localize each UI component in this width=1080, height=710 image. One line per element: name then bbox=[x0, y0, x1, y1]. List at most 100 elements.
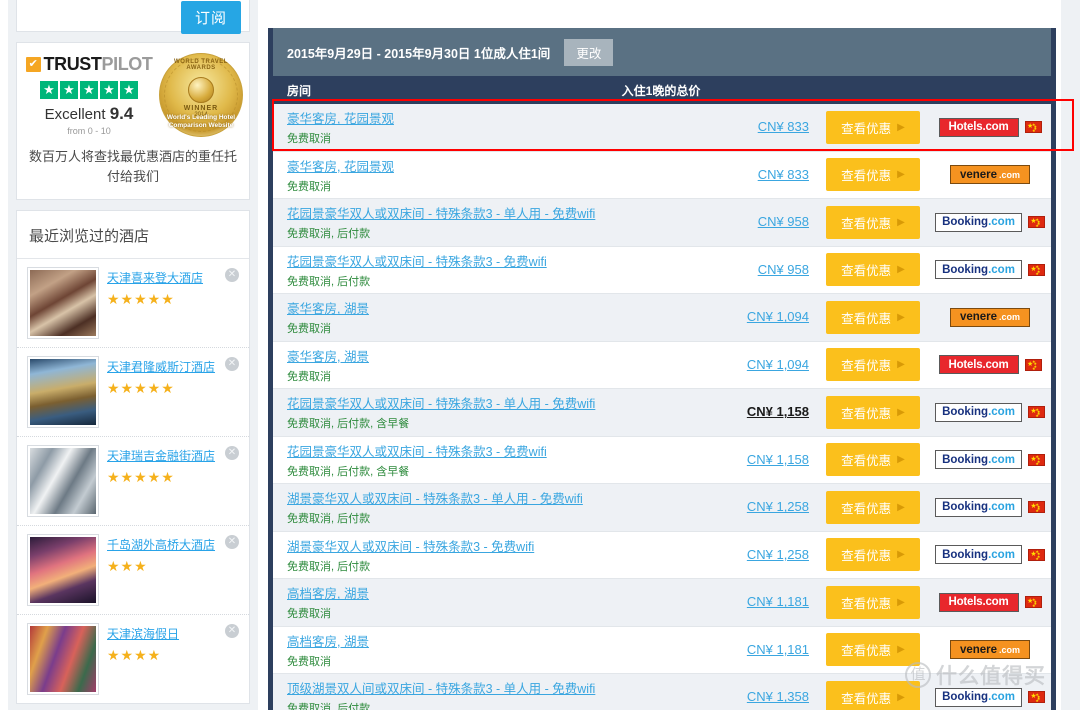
view-deal-button[interactable]: 查看优惠 ▶ bbox=[826, 253, 920, 287]
provider-cell: Hotels.com ★ ★ ★ ★ ★ bbox=[929, 355, 1051, 375]
price-link[interactable]: CN¥ 1,258 bbox=[747, 547, 809, 562]
rate-row[interactable]: 豪华客房, 花园景观 免费取消 CN¥ 833 查看优惠 ▶ Hotels.com ★ ★ ★ ★… bbox=[273, 104, 1051, 152]
chevron-right-icon: ▶ bbox=[897, 549, 905, 561]
room-conditions: 免费取消, 后付款, 含早餐 bbox=[287, 465, 410, 478]
recent-hotel-item[interactable]: 天津瑞吉金融街酒店 ★★★★★ ✕ bbox=[17, 436, 249, 525]
price-link[interactable]: CN¥ 833 bbox=[758, 119, 809, 134]
view-deal-button[interactable]: 查看优惠 ▶ bbox=[826, 585, 920, 619]
room-cell: 高档客房, 湖景 免费取消 bbox=[273, 583, 712, 621]
view-deal-button[interactable]: 查看优惠 ▶ bbox=[826, 395, 920, 429]
provider-logo-hotels[interactable]: Hotels.com bbox=[938, 355, 1019, 375]
recent-hotel-name[interactable]: 千岛湖外高桥大酒店 bbox=[107, 536, 239, 553]
rate-row[interactable]: 豪华客房, 花园景观 免费取消 CN¥ 833 查看优惠 ▶ venere .com bbox=[273, 151, 1051, 199]
room-name-link[interactable]: 豪华客房, 花园景观 bbox=[287, 156, 712, 175]
rate-row[interactable]: 湖景豪华双人或双床间 - 特殊条款3 - 单人用 - 免费wifi 免费取消, 后… bbox=[273, 484, 1051, 532]
room-cell: 花园景豪华双人或双床间 - 特殊条款3 - 单人用 - 免费wifi 免费取消, … bbox=[273, 393, 712, 431]
price-link[interactable]: CN¥ 1,094 bbox=[747, 357, 809, 372]
price-link[interactable]: CN¥ 958 bbox=[758, 262, 809, 277]
room-name-link[interactable]: 顶级湖景双人间或双床间 - 特殊条款3 - 单人用 - 免费wifi bbox=[287, 678, 712, 697]
price-link[interactable]: CN¥ 1,094 bbox=[747, 309, 809, 324]
rating-value: 9.4 bbox=[109, 104, 134, 123]
provider-logo-venere[interactable]: venere .com bbox=[950, 165, 1030, 185]
trustpilot-logo: ✔ TRUST PILOT bbox=[23, 54, 155, 75]
room-name-link[interactable]: 花园景豪华双人或双床间 - 特殊条款3 - 单人用 - 免费wifi bbox=[287, 393, 712, 412]
rate-row[interactable]: 花园景豪华双人或双床间 - 特殊条款3 - 免费wifi 免费取消, 后付款, 含… bbox=[273, 436, 1051, 484]
deal-cell: 查看优惠 ▶ bbox=[817, 585, 929, 619]
provider-logo-booking[interactable]: Booking .com bbox=[935, 402, 1022, 422]
subscribe-button[interactable]: 订阅 bbox=[180, 1, 241, 34]
rate-row[interactable]: 高档客房, 湖景 免费取消 CN¥ 1,181 查看优惠 ▶ venere .com bbox=[273, 626, 1051, 674]
rate-row[interactable]: 高档客房, 湖景 免费取消 CN¥ 1,181 查看优惠 ▶ Hotels.com ★ ★ ★ ★… bbox=[273, 579, 1051, 627]
room-name-link[interactable]: 豪华客房, 湖景 bbox=[287, 346, 712, 365]
room-name-link[interactable]: 花园景豪华双人或双床间 - 特殊条款3 - 单人用 - 免费wifi bbox=[287, 203, 712, 222]
recent-hotel-item[interactable]: 天津滨海假日 ★★★★ ✕ bbox=[17, 614, 249, 703]
view-deal-button[interactable]: 查看优惠 ▶ bbox=[826, 300, 920, 334]
price-link[interactable]: CN¥ 1,181 bbox=[747, 594, 809, 609]
view-deal-button[interactable]: 查看优惠 ▶ bbox=[826, 158, 920, 192]
room-conditions: 免费取消, 后付款 bbox=[287, 703, 371, 710]
provider-logo-venere[interactable]: venere .com bbox=[950, 307, 1030, 327]
change-dates-button[interactable]: 更改 bbox=[564, 38, 614, 66]
recently-viewed-list: 天津喜来登大酒店 ★★★★★ ✕ 天津君隆威斯汀酒店 ★★★★★ ✕ 天津瑞吉金融街酒店 ★★… bbox=[17, 258, 249, 703]
rate-row[interactable]: 豪华客房, 湖景 免费取消 CN¥ 1,094 查看优惠 ▶ venere .com bbox=[273, 294, 1051, 342]
view-deal-label: 查看优惠 bbox=[841, 169, 892, 184]
rate-row[interactable]: 湖景豪华双人或双床间 - 特殊条款3 - 免费wifi 免费取消, 后付款 CN¥ … bbox=[273, 531, 1051, 579]
remove-icon[interactable]: ✕ bbox=[225, 357, 239, 371]
recent-hotel-name[interactable]: 天津瑞吉金融街酒店 bbox=[107, 447, 239, 464]
view-deal-button[interactable]: 查看优惠 ▶ bbox=[826, 110, 920, 144]
provider-cell: Booking .com ★ ★ ★ ★ ★ bbox=[929, 545, 1051, 565]
view-deal-button[interactable]: 查看优惠 ▶ bbox=[826, 490, 920, 524]
rate-row[interactable]: 豪华客房, 湖景 免费取消 CN¥ 1,094 查看优惠 ▶ Hotels.com ★ ★ ★ ★… bbox=[273, 341, 1051, 389]
remove-icon[interactable]: ✕ bbox=[225, 268, 239, 282]
remove-icon[interactable]: ✕ bbox=[225, 446, 239, 460]
price-link[interactable]: CN¥ 1,358 bbox=[747, 689, 809, 704]
provider-logo-booking[interactable]: Booking .com bbox=[935, 497, 1022, 517]
recent-hotel-name[interactable]: 天津君隆威斯汀酒店 bbox=[107, 358, 239, 375]
price-link[interactable]: CN¥ 833 bbox=[758, 167, 809, 182]
rate-row[interactable]: 顶级湖景双人间或双床间 - 特殊条款3 - 单人用 - 免费wifi 免费取消, … bbox=[273, 674, 1051, 710]
room-name-link[interactable]: 豪华客房, 湖景 bbox=[287, 298, 712, 317]
room-cell: 豪华客房, 湖景 免费取消 bbox=[273, 298, 712, 336]
room-name-link[interactable]: 湖景豪华双人或双床间 - 特殊条款3 - 单人用 - 免费wifi bbox=[287, 488, 712, 507]
price-link[interactable]: CN¥ 958 bbox=[758, 214, 809, 229]
view-deal-button[interactable]: 查看优惠 ▶ bbox=[826, 680, 920, 710]
view-deal-label: 查看优惠 bbox=[841, 454, 892, 469]
provider-logo-booking[interactable]: Booking .com bbox=[935, 260, 1022, 280]
provider-logo-hotels[interactable]: Hotels.com bbox=[938, 592, 1019, 612]
provider-logo-booking[interactable]: Booking .com bbox=[935, 450, 1022, 470]
price-link[interactable]: CN¥ 1,181 bbox=[747, 642, 809, 657]
recent-hotel-item[interactable]: 千岛湖外高桥大酒店 ★★★ ✕ bbox=[17, 525, 249, 614]
room-name-link[interactable]: 花园景豪华双人或双床间 - 特殊条款3 - 免费wifi bbox=[287, 251, 712, 270]
room-conditions: 免费取消, 后付款 bbox=[287, 228, 371, 241]
view-deal-button[interactable]: 查看优惠 ▶ bbox=[826, 538, 920, 572]
price-link[interactable]: CN¥ 1,158 bbox=[747, 452, 809, 467]
star-icon: ★ bbox=[40, 81, 58, 99]
room-name-link[interactable]: 豪华客房, 花园景观 bbox=[287, 108, 712, 127]
price-link[interactable]: CN¥ 1,258 bbox=[747, 499, 809, 514]
view-deal-button[interactable]: 查看优惠 ▶ bbox=[826, 348, 920, 382]
recent-hotel-item[interactable]: 天津君隆威斯汀酒店 ★★★★★ ✕ bbox=[17, 347, 249, 436]
view-deal-button[interactable]: 查看优惠 ▶ bbox=[826, 633, 920, 667]
provider-logo-booking[interactable]: Booking .com bbox=[935, 212, 1022, 232]
room-name-link[interactable]: 高档客房, 湖景 bbox=[287, 631, 712, 650]
provider-logo-booking[interactable]: Booking .com bbox=[935, 687, 1022, 707]
provider-logo-booking[interactable]: Booking .com bbox=[935, 545, 1022, 565]
room-name-link[interactable]: 花园景豪华双人或双床间 - 特殊条款3 - 免费wifi bbox=[287, 441, 712, 460]
view-deal-button[interactable]: 查看优惠 ▶ bbox=[826, 205, 920, 239]
recent-hotel-item[interactable]: 天津喜来登大酒店 ★★★★★ ✕ bbox=[17, 258, 249, 347]
recent-hotel-name[interactable]: 天津滨海假日 bbox=[107, 625, 239, 642]
star-icon: ★ bbox=[60, 81, 78, 99]
room-name-link[interactable]: 高档客房, 湖景 bbox=[287, 583, 712, 602]
rate-row[interactable]: 花园景豪华双人或双床间 - 特殊条款3 - 免费wifi 免费取消, 后付款 CN¥… bbox=[273, 246, 1051, 294]
star-icon: ★ bbox=[120, 81, 138, 99]
room-name-link[interactable]: 湖景豪华双人或双床间 - 特殊条款3 - 免费wifi bbox=[287, 536, 712, 555]
remove-icon[interactable]: ✕ bbox=[225, 535, 239, 549]
rate-row[interactable]: 花园景豪华双人或双床间 - 特殊条款3 - 单人用 - 免费wifi 免费取消, … bbox=[273, 199, 1051, 247]
price-link[interactable]: CN¥ 1,158 bbox=[747, 404, 809, 419]
view-deal-button[interactable]: 查看优惠 ▶ bbox=[826, 443, 920, 477]
remove-icon[interactable]: ✕ bbox=[225, 624, 239, 638]
rate-row[interactable]: 花园景豪华双人或双床间 - 特殊条款3 - 单人用 - 免费wifi 免费取消, … bbox=[273, 389, 1051, 437]
recent-hotel-name[interactable]: 天津喜来登大酒店 bbox=[107, 269, 239, 286]
provider-logo-hotels[interactable]: Hotels.com bbox=[938, 117, 1019, 137]
provider-logo-venere[interactable]: venere .com bbox=[950, 640, 1030, 660]
